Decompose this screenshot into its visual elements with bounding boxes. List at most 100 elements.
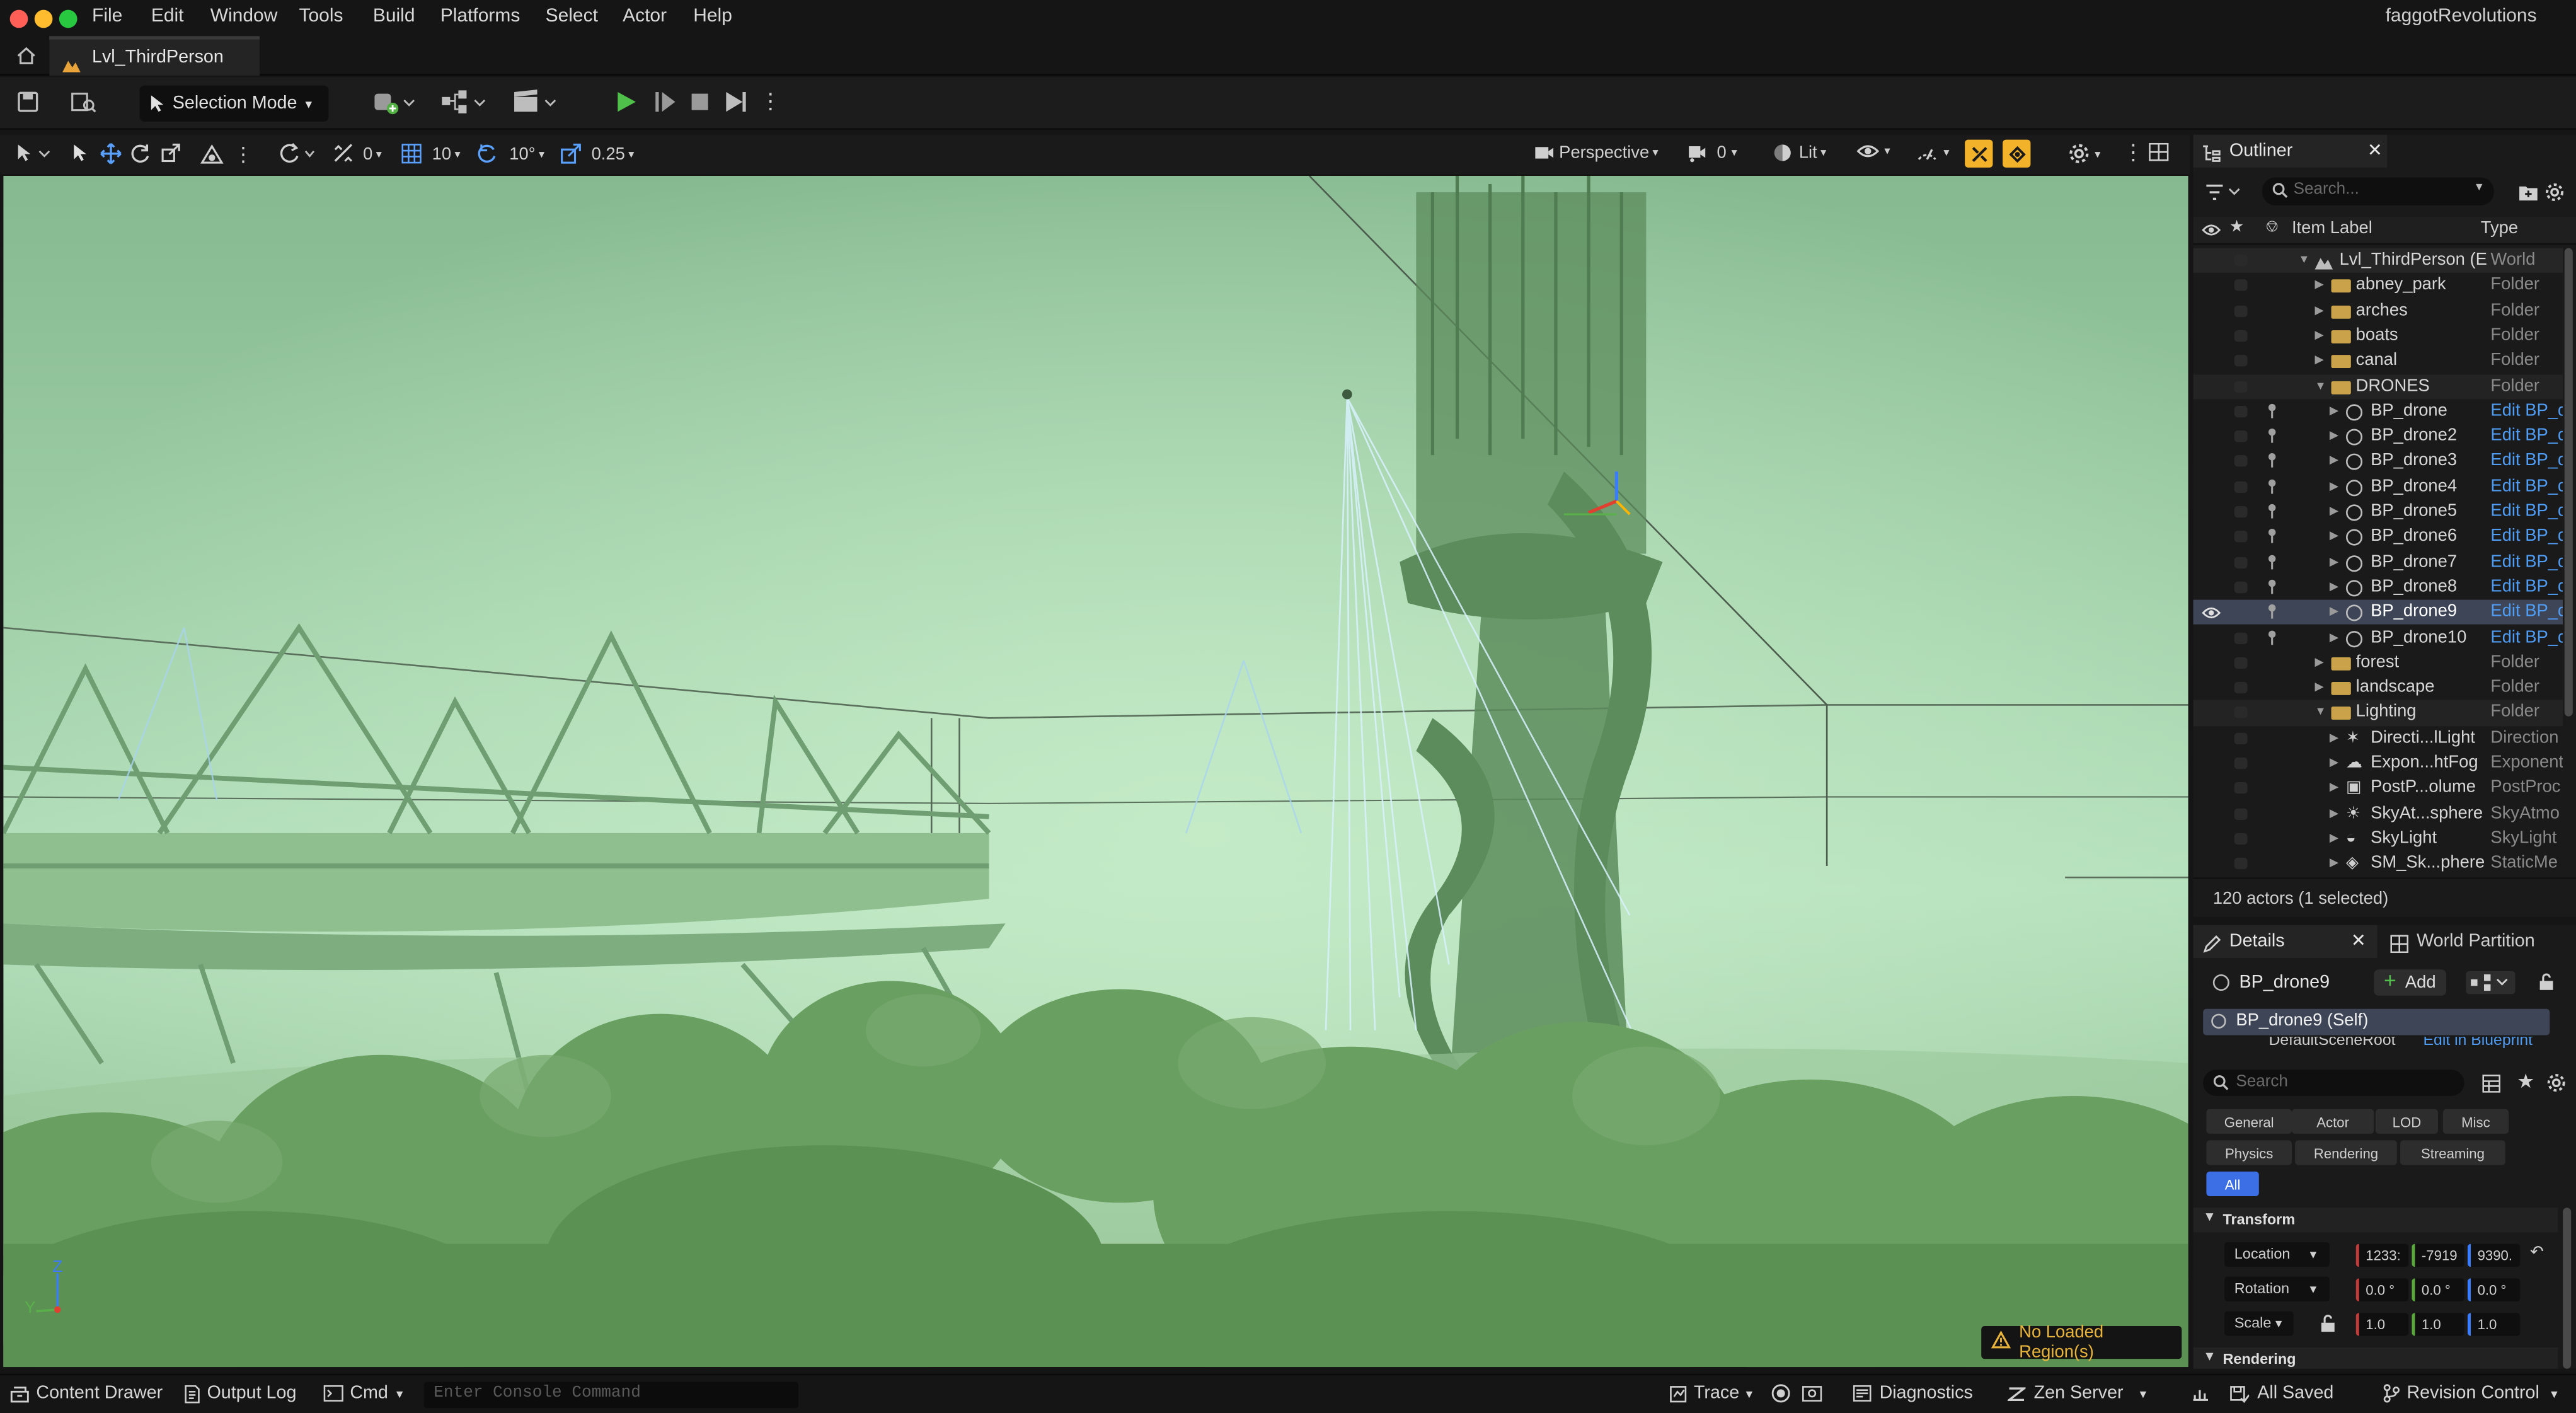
collapse-arrow-icon[interactable]: ▼ [2314, 701, 2326, 726]
expand-arrow-icon[interactable]: ▶ [2314, 650, 2323, 676]
visibility-toggle[interactable] [2234, 279, 2248, 292]
loaded-regions-status[interactable]: No Loaded Region(s) [1981, 1323, 2182, 1362]
visibility-toggle[interactable] [2234, 380, 2248, 392]
location-z-input[interactable]: 9390. [2467, 1243, 2521, 1267]
filter-rendering[interactable]: Rendering [2295, 1140, 2397, 1165]
tab-lvl-thirdperson[interactable]: Lvl_ThirdPerson [49, 36, 260, 76]
outliner-row[interactable]: ▶ BP_drone4 Edit BP_d [2194, 475, 2563, 500]
pin-icon[interactable] [2265, 427, 2279, 444]
game-view-toggle[interactable] [1965, 139, 1993, 168]
menu-platforms[interactable]: Platforms [440, 6, 520, 26]
scale-tool-icon[interactable] [161, 143, 181, 163]
star-icon[interactable]: ★ [2517, 1070, 2534, 1093]
scale-x-input[interactable]: 1.0 [2355, 1313, 2409, 1336]
close-icon[interactable]: ✕ [2351, 925, 2366, 958]
expand-arrow-icon[interactable]: ▶ [2330, 550, 2338, 575]
visibility-toggle[interactable] [2234, 807, 2248, 819]
outliner-row[interactable]: ▶ ☀ SkyAt...sphere SkyAtmo [2194, 801, 2563, 826]
expand-arrow-icon[interactable]: ▶ [2330, 801, 2338, 826]
expand-arrow-icon[interactable]: ▶ [2330, 600, 2338, 625]
visibility-toggle[interactable] [2234, 330, 2248, 342]
col-item-label[interactable]: Item Label [2292, 219, 2372, 238]
scale-dropdown[interactable]: Scale ▾ [2224, 1311, 2294, 1336]
transform-section-header[interactable]: ▼ Transform [2193, 1208, 2558, 1233]
outliner-row[interactable]: ▶ ☁ Expon...htFog Exponent [2194, 751, 2563, 776]
cmd-dropdown[interactable]: Cmd ▾ [323, 1383, 403, 1404]
pin-icon[interactable]: ⎊ [2265, 219, 2279, 237]
location-y-input[interactable]: -7919 [2412, 1243, 2464, 1267]
visibility-icon[interactable] [2202, 605, 2221, 623]
add-component-button[interactable]: + Add [2374, 968, 2447, 996]
collapse-arrow-icon[interactable]: ▼ [2314, 374, 2326, 399]
star-icon[interactable]: ★ [2229, 219, 2244, 237]
pin-icon[interactable] [2265, 603, 2279, 620]
revision-control-dropdown[interactable]: Revision Control ▾ [2382, 1383, 2558, 1404]
visibility-toggle[interactable] [2234, 732, 2248, 744]
visibility-toggle[interactable] [2234, 255, 2248, 267]
output-log-button[interactable]: Output Log [184, 1383, 296, 1404]
viewport-options-icon[interactable]: ⋮ [2122, 140, 2144, 166]
console-input[interactable]: Enter Console Command [423, 1381, 799, 1409]
edit-blueprint-link[interactable]: Edit BP_d [2490, 449, 2563, 475]
edit-blueprint-link[interactable]: Edit BP_d [2490, 625, 2563, 650]
tab-world-partition[interactable]: World Partition [2380, 925, 2576, 958]
outliner-row[interactable]: ▶ BP_drone7 Edit BP_d [2194, 550, 2563, 575]
expand-arrow-icon[interactable]: ▶ [2330, 424, 2338, 449]
maximize-window-button[interactable] [59, 9, 78, 28]
location-x-input[interactable]: 1233: [2355, 1243, 2409, 1267]
outliner-row[interactable]: ▶ BP_drone3 Edit BP_d [2194, 449, 2563, 475]
actor-name[interactable]: BP_drone9 [2240, 972, 2330, 992]
visibility-toggle[interactable] [2234, 707, 2248, 719]
outliner-row[interactable]: ▶ ✶ Directi...lLight Direction [2194, 726, 2563, 751]
outliner-scrollbar[interactable] [2564, 248, 2573, 717]
visibility-toggle[interactable] [2234, 481, 2248, 493]
outliner-row[interactable]: ▶ BP_drone Edit BP_d [2194, 399, 2563, 424]
edit-blueprint-link[interactable]: Edit BP_d [2490, 550, 2563, 575]
edit-blueprint-link[interactable]: Edit BP_d [2490, 600, 2563, 625]
col-type[interactable]: Type [2481, 219, 2518, 238]
lighting-mode-dropdown[interactable]: Lit ▾ [1773, 143, 1826, 163]
expand-arrow-icon[interactable]: ▶ [2330, 399, 2338, 424]
lock-icon[interactable] [2538, 972, 2555, 996]
expand-arrow-icon[interactable]: ▶ [2314, 274, 2323, 299]
pin-icon[interactable] [2265, 503, 2279, 519]
eject-icon[interactable] [723, 89, 749, 115]
collapse-arrow-icon[interactable]: ▼ [2298, 248, 2309, 274]
visibility-toggle[interactable] [2234, 858, 2248, 870]
expand-arrow-icon[interactable]: ▶ [2330, 524, 2338, 550]
close-window-button[interactable] [9, 9, 28, 28]
level-viewport[interactable]: Z Y No Loaded Region(s) [3, 175, 2188, 1368]
rotation-z-input[interactable]: 0.0 ° [2467, 1278, 2521, 1301]
expand-arrow-icon[interactable]: ▶ [2314, 323, 2323, 349]
rotate-tool-icon[interactable] [130, 143, 151, 164]
zen-server-dropdown[interactable]: Zen Server ▾ [2007, 1383, 2146, 1404]
add-folder-icon[interactable] [2519, 184, 2538, 207]
visibility-header-icon[interactable] [2202, 222, 2221, 243]
outliner-row[interactable]: ▶ forest Folder [2194, 650, 2563, 676]
outliner-row[interactable]: ▶ canal Folder [2194, 349, 2563, 374]
filter-all[interactable]: All [2206, 1171, 2259, 1196]
filter-physics[interactable]: Physics [2206, 1140, 2292, 1165]
visibility-toggle[interactable] [2234, 581, 2248, 593]
expand-arrow-icon[interactable]: ▶ [2330, 826, 2338, 851]
pin-icon[interactable] [2265, 528, 2279, 545]
outliner-row[interactable]: ▶ boats Folder [2194, 323, 2563, 349]
visibility-toggle[interactable] [2234, 757, 2248, 770]
viewport-settings-dropdown[interactable]: ▾ [2068, 143, 2100, 164]
visibility-toggle[interactable] [2234, 430, 2248, 442]
visibility-toggle[interactable] [2234, 405, 2248, 417]
save-icon[interactable] [16, 90, 40, 113]
pin-icon[interactable] [2265, 453, 2279, 469]
expand-arrow-icon[interactable]: ▶ [2330, 475, 2338, 500]
camera-speed-dropdown[interactable]: 0 ▾ [1688, 143, 1737, 163]
minimize-window-button[interactable] [34, 9, 53, 28]
visibility-toggle[interactable] [2234, 682, 2248, 694]
outliner-row[interactable]: ▶ BP_drone8 Edit BP_d [2194, 575, 2563, 600]
play-icon[interactable] [612, 89, 639, 115]
menu-actor[interactable]: Actor [623, 6, 667, 26]
close-icon[interactable]: ✕ [2367, 135, 2383, 168]
view-mode-dropdown[interactable]: Perspective ▾ [1534, 143, 1659, 163]
expand-arrow-icon[interactable]: ▶ [2330, 500, 2338, 525]
expand-arrow-icon[interactable]: ▶ [2330, 851, 2338, 877]
outliner-search-input[interactable]: Search... ▾ [2262, 177, 2494, 205]
